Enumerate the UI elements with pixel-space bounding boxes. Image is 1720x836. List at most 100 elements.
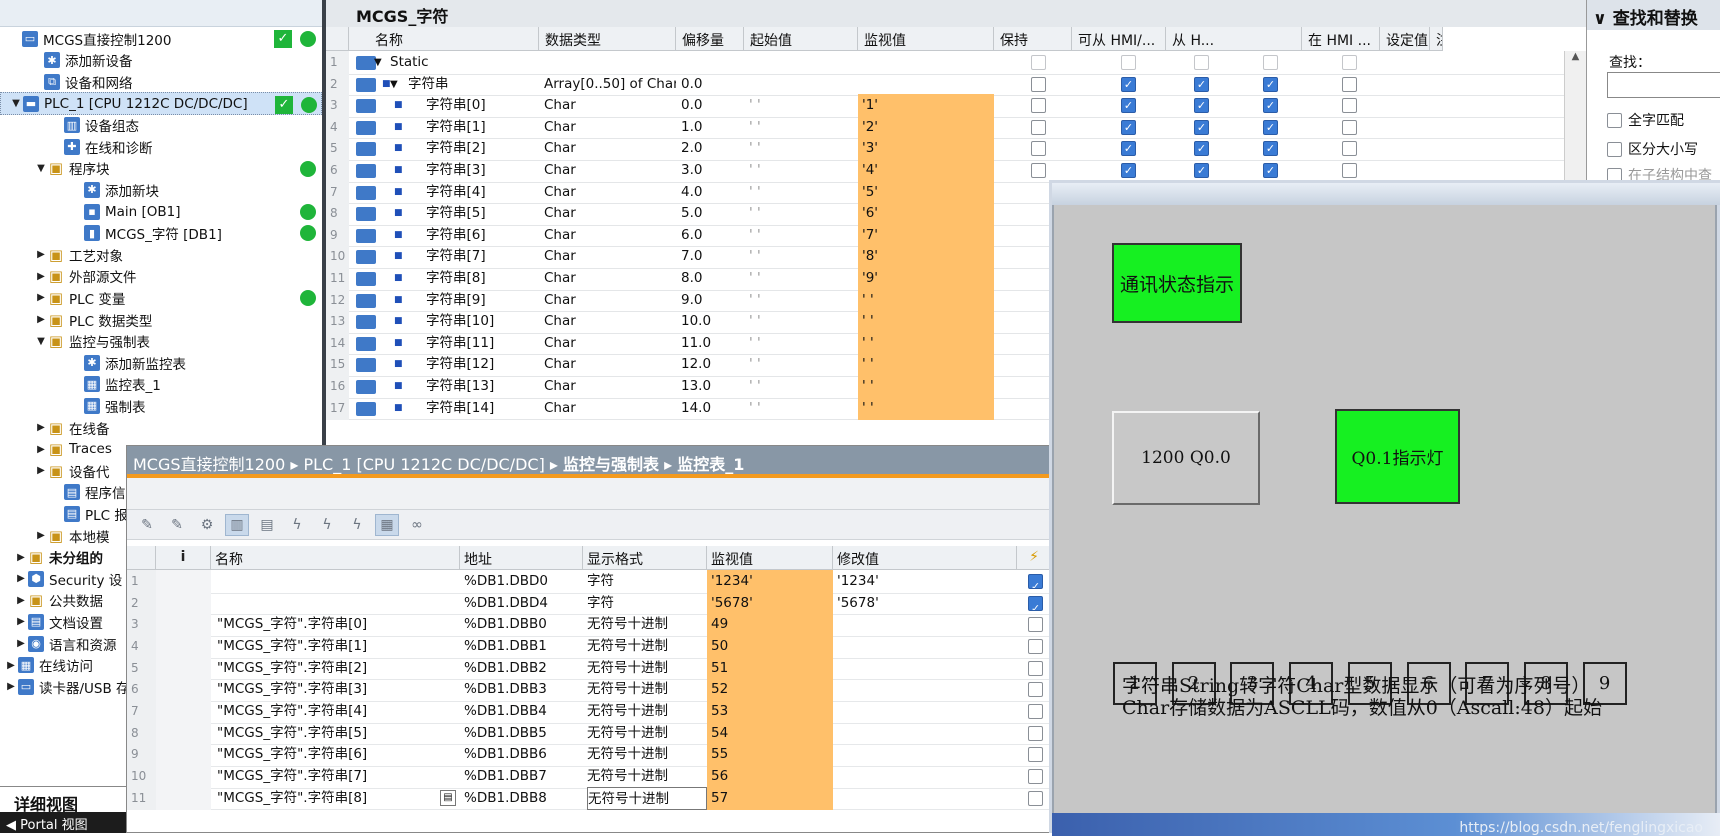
chevron-right-icon[interactable]: ▶ xyxy=(34,292,48,303)
table-row[interactable]: 5 "MCGS_字符".字符串[2] %DB1.DBB2 无符号十进制 51 xyxy=(127,656,1052,681)
q00-button[interactable]: 1200 Q0.0 xyxy=(1112,411,1260,505)
attr-checkbox[interactable] xyxy=(1031,98,1046,114)
attr-checkbox[interactable]: ✓ xyxy=(1121,76,1136,92)
attr-checkbox[interactable] xyxy=(1342,119,1357,135)
chevron-right-icon[interactable]: ▶ xyxy=(34,271,48,282)
db-column-header[interactable]: 起始值 xyxy=(744,27,858,51)
attr-checkbox[interactable] xyxy=(1342,98,1357,114)
table-row[interactable]: 4 ■ 字符串[1] Char 1.0 ' ' '2' ✓ ✓ ✓ xyxy=(326,115,1586,140)
chevron-right-icon[interactable]: ▶ xyxy=(34,422,48,433)
name-editor-icon[interactable]: ▤ xyxy=(440,789,456,806)
modify-checkbox[interactable] xyxy=(1028,660,1043,676)
db-column-header[interactable]: 注释 xyxy=(1430,27,1443,51)
table-row[interactable]: 3 "MCGS_字符".字符串[0] %DB1.DBB0 无符号十进制 49 xyxy=(127,613,1052,637)
attr-checkbox[interactable] xyxy=(1031,141,1046,157)
chevron-right-icon[interactable]: ▶ xyxy=(34,249,48,260)
modify-checkbox[interactable] xyxy=(1028,768,1043,784)
tree-item[interactable]: ▶ ▣ PLC 数据类型 xyxy=(0,308,322,332)
attr-checkbox[interactable]: ✓ xyxy=(1194,98,1209,114)
tree-item[interactable]: ▼ ▬ PLC_1 [CPU 1212C DC/DC/DC] ✓ xyxy=(0,91,322,116)
chevron-right-icon[interactable]: ▶ xyxy=(34,314,48,325)
chevron-right-icon[interactable]: ▶ xyxy=(4,660,18,671)
attr-checkbox[interactable] xyxy=(1121,55,1136,70)
chevron-down-icon[interactable]: ∨ xyxy=(1593,9,1607,29)
match-case-checkbox[interactable] xyxy=(1607,141,1622,157)
attr-checkbox[interactable]: ✓ xyxy=(1194,163,1209,178)
attr-checkbox[interactable] xyxy=(1342,55,1357,70)
attr-checkbox[interactable] xyxy=(1342,163,1357,178)
modify-checkbox[interactable] xyxy=(1028,725,1043,741)
attr-checkbox[interactable] xyxy=(1263,55,1278,70)
scroll-up-icon[interactable]: ▲ xyxy=(1565,51,1586,62)
modify-icon[interactable]: ϟ xyxy=(345,514,369,536)
attr-checkbox[interactable]: ✓ xyxy=(1263,141,1278,157)
match-case-option[interactable]: 区分大小写 xyxy=(1607,139,1698,159)
attr-checkbox[interactable] xyxy=(1342,141,1357,157)
tree-item[interactable]: ▦ 监控表_1 xyxy=(0,373,322,397)
force-icon[interactable]: ϟ xyxy=(285,514,309,536)
tree-item[interactable]: ▮ MCGS_字符 [DB1] xyxy=(0,221,322,245)
attr-checkbox[interactable]: ✓ xyxy=(1263,119,1278,135)
find-replace-header[interactable]: ∨ 查找和替换 xyxy=(1587,0,1720,30)
db-column-header[interactable]: 监视值 xyxy=(858,27,994,51)
attr-checkbox[interactable] xyxy=(1031,55,1046,70)
modify-checkbox[interactable]: ✓ xyxy=(1028,574,1043,589)
modify-checkbox[interactable] xyxy=(1028,703,1043,719)
tree-item[interactable]: ✚ 在线和诊断 xyxy=(0,135,322,159)
tree-item[interactable]: ▼ ▣ 监控与强制表 xyxy=(0,329,322,353)
chevron-right-icon[interactable]: ▶ xyxy=(14,638,28,649)
db-column-header[interactable]: 偏移量 xyxy=(676,27,744,51)
insert-row-icon[interactable]: ✎ xyxy=(135,514,159,536)
tree-item[interactable]: ▥ 设备组态 xyxy=(0,113,322,137)
tree-item[interactable]: ⧉ 设备和网络 xyxy=(0,70,322,94)
tree-item[interactable]: ▪ Main [OB1] xyxy=(0,200,322,224)
add-row-icon[interactable]: ✎ xyxy=(165,514,189,536)
watch-column-header[interactable]: i xyxy=(156,546,211,570)
tree-item[interactable]: ▦ 强制表 xyxy=(0,394,322,418)
attr-checkbox[interactable] xyxy=(1031,163,1046,178)
attr-checkbox[interactable]: ✓ xyxy=(1121,119,1136,135)
db-column-header[interactable]: 名称 xyxy=(349,27,539,51)
table-row[interactable]: 1 %DB1.DBD0 字符 '1234' '1234' ✓ xyxy=(127,570,1052,594)
table-row[interactable]: 10 "MCGS_字符".字符串[7] %DB1.DBB7 无符号十进制 56 xyxy=(127,764,1052,789)
attr-checkbox[interactable]: ✓ xyxy=(1263,98,1278,114)
monitor-all-icon[interactable]: ▥ xyxy=(225,513,249,536)
table-row[interactable]: 7 "MCGS_字符".字符串[4] %DB1.DBB4 无符号十进制 53 xyxy=(127,699,1052,724)
modify-checkbox[interactable] xyxy=(1028,682,1043,698)
table-row[interactable]: 1 ▼ Static xyxy=(326,51,1586,75)
attr-checkbox[interactable]: ✓ xyxy=(1194,76,1209,92)
tree-item[interactable]: ✱ 添加新块 xyxy=(0,178,322,202)
attr-checkbox[interactable]: ✓ xyxy=(1194,119,1209,135)
watch-column-header[interactable]: 显示格式 xyxy=(583,546,707,570)
unforce-icon[interactable]: ϟ xyxy=(315,514,339,536)
db-column-header[interactable]: 保持 xyxy=(994,27,1072,51)
watch-column-header[interactable]: 名称 xyxy=(211,546,460,570)
whole-word-checkbox[interactable] xyxy=(1607,112,1622,128)
table-row[interactable]: 2 ▼ ■ 字符串 Array[0..50] of Char 0.0 ✓ ✓ ✓ xyxy=(326,72,1586,97)
table-row[interactable]: 5 ■ 字符串[2] Char 2.0 ' ' '3' ✓ ✓ ✓ xyxy=(326,137,1586,162)
table-row[interactable]: 11"MCGS_字符".字符串[8]%DB1.DBB8无符号十进制▼▤57 xyxy=(127,786,1052,811)
attr-checkbox[interactable] xyxy=(1342,76,1357,92)
tree-item[interactable]: ▶ ▣ PLC 变量 xyxy=(0,286,322,310)
tree-item[interactable]: ▶ ▣ 在线备 xyxy=(0,416,322,440)
modify-now-icon[interactable]: ⚙ xyxy=(195,514,219,536)
attr-checkbox[interactable] xyxy=(1031,76,1046,92)
db-column-header[interactable]: 可从 HMI/... xyxy=(1072,27,1166,51)
glasses-icon[interactable]: ∞ xyxy=(405,514,429,536)
chevron-right-icon[interactable]: ▶ xyxy=(4,681,18,692)
chevron-right-icon[interactable]: ▶ xyxy=(34,465,48,476)
whole-word-option[interactable]: 全字匹配 xyxy=(1607,110,1684,130)
watch-column-header[interactable]: 监视值 xyxy=(707,546,833,570)
chevron-down-icon[interactable]: ▼ xyxy=(34,336,48,347)
table-row[interactable]: 4 "MCGS_字符".字符串[1] %DB1.DBB1 无符号十进制 50 xyxy=(127,634,1052,659)
chevron-right-icon[interactable]: ▶ xyxy=(14,595,28,606)
breadcrumb-item[interactable]: MCGS直接控制1200 xyxy=(133,455,285,474)
db-column-header[interactable]: 从 H... xyxy=(1166,27,1302,51)
tree-item[interactable]: ▶ ▣ 外部源文件 xyxy=(0,265,322,289)
table-row[interactable]: 3 ■ 字符串[0] Char 0.0 ' ' '1' ✓ ✓ ✓ xyxy=(326,94,1586,118)
tree-item[interactable]: ✱ 添加新设备 xyxy=(0,49,322,73)
chevron-right-icon[interactable]: ▶ xyxy=(14,616,28,627)
attr-checkbox[interactable] xyxy=(1194,55,1209,70)
tree-item[interactable]: ▼ ▣ 程序块 xyxy=(0,157,322,181)
chevron-down-icon[interactable]: ▼ xyxy=(34,163,48,174)
